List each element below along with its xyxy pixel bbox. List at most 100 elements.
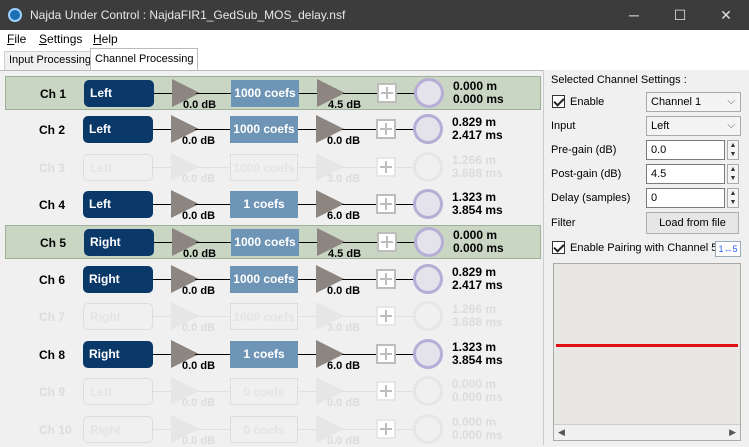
channel-label: Ch 7: [39, 310, 66, 324]
signal-wire: [298, 279, 318, 280]
channel-label: Ch 9: [39, 385, 66, 399]
channel-source-button[interactable]: Right: [84, 229, 154, 256]
channel-source-button[interactable]: Left: [83, 154, 153, 181]
signal-wire: [153, 391, 173, 392]
filter-coefs-button[interactable]: 1 coefs: [230, 341, 298, 368]
distance-ms: 3.688 ms: [452, 166, 503, 180]
signal-wire: [153, 279, 173, 280]
channel-row[interactable]: Ch 5 Right 0.0 dB 1000 coefs 4.5 dB 0.000 m 0.…: [5, 225, 541, 260]
scroll-left-icon[interactable]: ◀: [558, 427, 565, 438]
add-icon[interactable]: [376, 194, 396, 214]
channel-row[interactable]: Ch 7 Right 0.0 dB 1000 coefs 3.0 dB 1.266 m 3.…: [5, 300, 541, 334]
pregain-input[interactable]: 0.0: [646, 140, 725, 160]
menu-file[interactable]: File: [7, 32, 26, 46]
pairing-link-icon[interactable]: 1↔5: [715, 241, 741, 257]
add-icon[interactable]: [376, 306, 396, 326]
postgain-label: Post-gain (dB): [551, 168, 622, 180]
channel-row[interactable]: Ch 10 Right 0.0 dB 0 coefs 0.0 dB 0.000 m 0.00…: [5, 413, 541, 447]
maximize-button[interactable]: ☐: [657, 0, 703, 30]
input-label: Input: [551, 120, 576, 132]
channel-strip-panel: Ch 1 Left 0.0 dB 1000 coefs 4.5 dB 0.000 m 0.0…: [0, 70, 543, 447]
input-select[interactable]: Left ⌵: [646, 116, 741, 136]
settings-heading: Selected Channel Settings :: [551, 74, 687, 86]
channel-row[interactable]: Ch 9 Left 0.0 dB 0 coefs 0.0 dB 0.000 m 0.000 …: [5, 375, 541, 409]
channel-source-button[interactable]: Left: [84, 80, 154, 107]
output-ring-icon[interactable]: [413, 414, 443, 444]
delay-input[interactable]: 0: [646, 188, 725, 208]
output-ring-icon[interactable]: [414, 78, 444, 108]
add-icon[interactable]: [376, 381, 396, 401]
output-ring-icon[interactable]: [413, 152, 443, 182]
postgain-input[interactable]: 4.5: [646, 164, 725, 184]
distance-ms: 3.854 ms: [452, 353, 503, 367]
channel-label: Ch 2: [39, 123, 66, 137]
pairing-checkbox[interactable]: [552, 241, 565, 254]
horizontal-scrollbar[interactable]: ◀ ▶: [554, 424, 740, 440]
filter-coefs-button[interactable]: 0 coefs: [230, 416, 298, 443]
channel-row[interactable]: Ch 6 Right 0.0 dB 1000 coefs 0.0 dB 0.829 m 2.…: [5, 263, 541, 297]
pregain-label: Pre-gain (dB): [551, 144, 617, 156]
minimize-button[interactable]: ─: [611, 0, 657, 30]
add-icon[interactable]: [376, 344, 396, 364]
channel-source-button[interactable]: Right: [83, 303, 153, 330]
output-ring-icon[interactable]: [413, 264, 443, 294]
pre-gain-value: 0.0 dB: [182, 322, 216, 334]
signal-wire: [298, 316, 318, 317]
filter-coefs-button[interactable]: 1000 coefs: [230, 116, 298, 143]
channel-select[interactable]: Channel 1 ⌵: [646, 92, 741, 112]
channel-source-button[interactable]: Right: [83, 416, 153, 443]
close-button[interactable]: ✕: [703, 0, 749, 30]
channel-row[interactable]: Ch 1 Left 0.0 dB 1000 coefs 4.5 dB 0.000 m 0.0…: [5, 76, 541, 111]
channel-row[interactable]: Ch 2 Left 0.0 dB 1000 coefs 0.0 dB 0.829 m 2.4…: [5, 113, 541, 147]
output-ring-icon[interactable]: [413, 301, 443, 331]
distance-ms: 2.417 ms: [452, 128, 503, 142]
signal-wire: [396, 391, 414, 392]
pre-gain-value: 0.0 dB: [182, 285, 216, 297]
signal-wire: [298, 204, 318, 205]
filter-coefs-button[interactable]: 1000 coefs: [230, 266, 298, 293]
pregain-spinner[interactable]: ▲ ▼: [727, 140, 739, 160]
output-ring-icon[interactable]: [413, 114, 443, 144]
load-from-file-button[interactable]: Load from file: [646, 212, 739, 234]
post-gain-value: 6.0 dB: [327, 360, 361, 372]
add-icon[interactable]: [376, 419, 396, 439]
filter-coefs-button[interactable]: 1 coefs: [230, 191, 298, 218]
filter-coefs-button[interactable]: 1000 coefs: [231, 229, 299, 256]
filter-coefs-button[interactable]: 1000 coefs: [231, 80, 299, 107]
add-icon[interactable]: [377, 232, 397, 252]
filter-coefs-button[interactable]: 0 coefs: [230, 378, 298, 405]
output-ring-icon[interactable]: [413, 376, 443, 406]
output-ring-icon[interactable]: [414, 227, 444, 257]
signal-wire: [195, 429, 230, 430]
output-ring-icon[interactable]: [413, 189, 443, 219]
channel-row[interactable]: Ch 3 Left 0.0 dB 1000 coefs 3.0 dB 1.266 m 3.6…: [5, 151, 541, 185]
add-icon[interactable]: [376, 157, 396, 177]
add-icon[interactable]: [377, 83, 397, 103]
channel-source-button[interactable]: Left: [83, 116, 153, 143]
menu-settings[interactable]: Settings: [39, 32, 82, 46]
signal-wire: [396, 129, 414, 130]
scroll-right-icon[interactable]: ▶: [729, 427, 736, 438]
delay-spinner[interactable]: ▲ ▼: [727, 188, 739, 208]
channel-source-button[interactable]: Right: [83, 341, 153, 368]
signal-wire: [195, 316, 230, 317]
output-ring-icon[interactable]: [413, 339, 443, 369]
signal-wire: [342, 354, 376, 355]
filter-coefs-button[interactable]: 1000 coefs: [230, 303, 298, 330]
channel-source-button[interactable]: Left: [83, 191, 153, 218]
tab-input-processing[interactable]: Input Processing: [4, 51, 96, 70]
distance-ms: 3.854 ms: [452, 203, 503, 217]
channel-row[interactable]: Ch 4 Left 0.0 dB 1 coefs 6.0 dB 1.323 m 3.854 …: [5, 188, 541, 222]
enable-checkbox[interactable]: [552, 95, 565, 108]
menu-help[interactable]: Help: [93, 32, 118, 46]
tab-channel-processing[interactable]: Channel Processing: [90, 48, 199, 70]
add-icon[interactable]: [376, 269, 396, 289]
channel-row[interactable]: Ch 8 Right 0.0 dB 1 coefs 6.0 dB 1.323 m 3.854…: [5, 338, 541, 372]
channel-source-button[interactable]: Right: [83, 266, 153, 293]
filter-coefs-button[interactable]: 1000 coefs: [230, 154, 298, 181]
signal-wire: [342, 391, 376, 392]
distance-readout: 1.323 m 3.854 ms: [452, 191, 503, 217]
add-icon[interactable]: [376, 119, 396, 139]
postgain-spinner[interactable]: ▲ ▼: [727, 164, 739, 184]
channel-source-button[interactable]: Left: [83, 378, 153, 405]
